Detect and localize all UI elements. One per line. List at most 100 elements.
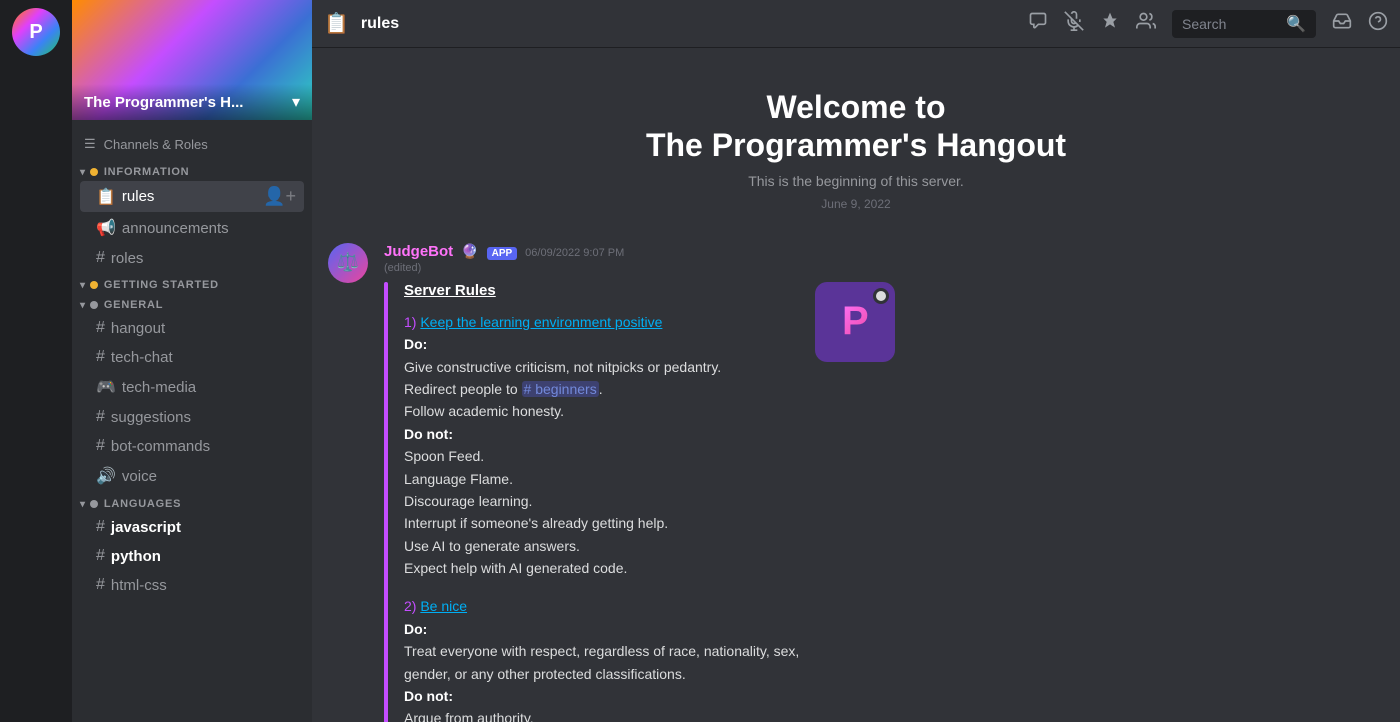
server-icon[interactable]: P [12,8,60,56]
beginners-channel-mention[interactable]: # beginners [522,381,599,397]
server-header[interactable]: The Programmer's H... ▾ [72,0,312,120]
timestamp: 06/09/2022 9:07 PM [525,247,624,259]
welcome-section: Welcome to The Programmer's Hangout This… [312,48,1400,235]
app-badge: APP [487,247,518,260]
mute-icon[interactable] [1064,11,1084,37]
python-icon: # [96,547,105,565]
rule-1-link[interactable]: Keep the learning environment positive [420,314,662,330]
announcements-channel-icon: 📢 [96,218,116,238]
category-general[interactable]: ▾ GENERAL [72,293,312,313]
channels-roles-icon: ☰ [84,136,96,152]
channel-name-announcements: announcements [122,220,296,237]
welcome-date: June 9, 2022 [376,197,1336,211]
rule-1-donot-2: Language Flame. [404,468,799,490]
channel-item-roles[interactable]: # roles [80,244,304,272]
channel-add-member-btn[interactable]: 👤+ [263,186,296,207]
rules-container: Server Rules 1) Keep the learning enviro… [384,282,799,722]
channel-name-voice: voice [122,468,296,485]
inbox-icon[interactable] [1332,11,1352,37]
rule-2-link[interactable]: Be nice [420,598,467,614]
html-css-icon: # [96,576,105,594]
channel-item-hangout[interactable]: # hangout [80,314,304,342]
thread-icon[interactable] [1028,11,1048,37]
channel-item-python[interactable]: # python [80,542,304,570]
roles-channel-icon: # [96,249,105,267]
channels-roles-header[interactable]: ☰ Channels & Roles [72,128,312,160]
rule-1-do-3: Follow academic honesty. [404,400,799,422]
channel-item-tech-media[interactable]: 🎮 tech-media [80,372,304,402]
welcome-subtitle: This is the beginning of this server. [376,173,1336,189]
main-content: 📋 rules [312,0,1400,722]
channel-name-html-css: html-css [111,577,296,594]
search-bar[interactable]: 🔍 [1172,10,1316,38]
rules-text: Server Rules 1) Keep the learning enviro… [404,282,799,722]
rule-1-do-1: Give constructive criticism, not nitpick… [404,356,799,378]
message-header: JudgeBot 🔮 APP 06/09/2022 9:07 PM [384,243,1384,260]
channels-list: ☰ Channels & Roles ▾ INFORMATION 📋 rules… [72,120,312,722]
message-group: ⚖️ JudgeBot 🔮 APP 06/09/2022 9:07 PM (ed… [312,235,1400,722]
messages-area[interactable]: Welcome to The Programmer's Hangout This… [312,48,1400,722]
rules-channel-icon: 📋 [96,187,116,207]
rule-2-number: 2) [404,598,416,614]
category-label: INFORMATION [104,166,190,178]
channel-item-suggestions[interactable]: # suggestions [80,403,304,431]
rule-2-do-header: Do: [404,618,799,640]
category-label-gen: GENERAL [104,299,163,311]
bot-emoji: 🔮 [461,243,478,260]
hangout-icon: # [96,319,105,337]
server-dropdown-arrow: ▾ [292,92,300,112]
help-icon[interactable] [1368,11,1388,37]
category-dot-lang [90,500,98,508]
channel-item-html-css[interactable]: # html-css [80,571,304,599]
search-input[interactable] [1182,16,1278,32]
channel-item-bot-commands[interactable]: # bot-commands [80,432,304,460]
category-label-lang: LANGUAGES [104,498,181,510]
rules-border [384,282,388,722]
channel-name-hangout: hangout [111,320,296,337]
message-content: JudgeBot 🔮 APP 06/09/2022 9:07 PM (edite… [384,243,1384,722]
channel-item-tech-chat[interactable]: # tech-chat [80,343,304,371]
category-information[interactable]: ▾ INFORMATION [72,160,312,180]
server-name: The Programmer's H... [84,94,243,111]
voice-icon: 🔊 [96,466,116,486]
rule-1-donot-1: Spoon Feed. [404,445,799,467]
bot-commands-icon: # [96,437,105,455]
channel-item-javascript[interactable]: # javascript [80,513,304,541]
channel-item-voice[interactable]: 🔊 voice [80,461,304,491]
rule-1-donot-4: Interrupt if someone's already getting h… [404,512,799,534]
category-dot-gen [90,301,98,309]
category-dot-gs [90,281,98,289]
channel-name-python: python [111,548,296,565]
category-arrow-gen: ▾ [80,300,86,311]
category-languages[interactable]: ▾ LANGUAGES [72,492,312,512]
topbar: 📋 rules [312,0,1400,48]
pin-icon[interactable] [1100,11,1120,37]
category-arrow-lang: ▾ [80,499,86,510]
suggestions-icon: # [96,408,105,426]
avatar[interactable]: ⚖️ [328,243,368,283]
rule-1-donot-6: Expect help with AI generated code. [404,557,799,579]
members-icon[interactable] [1136,11,1156,37]
javascript-icon: # [96,518,105,536]
edited-label: (edited) [384,262,1384,274]
topbar-actions: 🔍 [1028,10,1388,38]
rule-1-donot-3: Discourage learning. [404,490,799,512]
category-label-gs: GETTING STARTED [104,279,219,291]
welcome-title-line2: The Programmer's Hangout [376,126,1336,164]
category-getting-started[interactable]: ▾ GETTING STARTED [72,273,312,293]
rule-2: 2) Be nice Do: Treat everyone with respe… [404,595,799,722]
channel-name-suggestions: suggestions [111,409,296,426]
topbar-channel-name: rules [361,15,399,33]
rule-1-do-header: Do: [404,333,799,355]
server-logo: P [815,282,895,362]
rule-1-donot-header: Do not: [404,423,799,445]
rule-2-donot-header: Do not: [404,685,799,707]
channels-roles-label: Channels & Roles [104,137,208,152]
rule-1-number: 1) [404,314,416,330]
category-arrow-gs: ▾ [80,280,86,291]
channel-item-announcements[interactable]: 📢 announcements [80,213,304,243]
channel-name-roles: roles [111,250,296,267]
channel-item-rules[interactable]: 📋 rules 👤+ [80,181,304,212]
channel-name-tech-media: tech-media [122,379,296,396]
server-logo-dot [873,288,889,304]
